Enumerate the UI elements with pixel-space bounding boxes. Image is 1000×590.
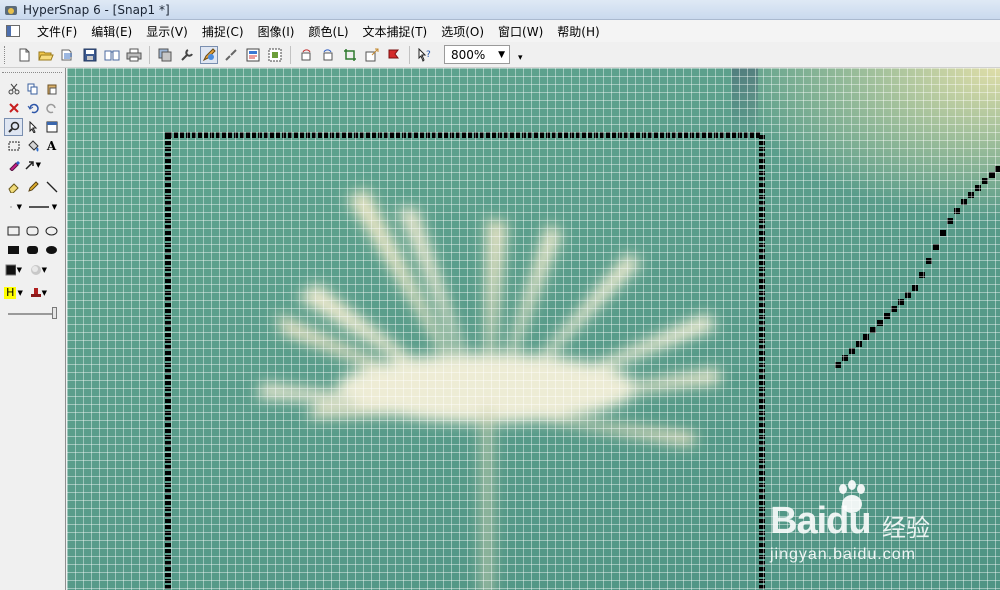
title-bar: HyperSnap 6 - [Snap1 *] (0, 0, 1000, 20)
drawing-toolbox: A ▼ ▼ ▼ ▼ ▼ H ▼ ▼ (0, 68, 66, 590)
document-icon[interactable] (6, 25, 20, 37)
redo-icon[interactable] (42, 99, 61, 117)
chevron-down-icon[interactable]: ▼ (498, 50, 505, 60)
help-pointer-icon[interactable]: ? (416, 46, 434, 64)
zoom-level-select[interactable]: 800% ▼ (444, 45, 510, 64)
pencil-icon[interactable] (23, 178, 42, 196)
menu-file[interactable]: 文件(F) (30, 23, 84, 40)
rect-select-icon[interactable] (4, 137, 23, 155)
paste-icon[interactable] (42, 80, 61, 98)
delete-icon[interactable] (4, 99, 23, 117)
select-window-icon[interactable] (42, 118, 61, 136)
open-folder-icon[interactable] (59, 46, 77, 64)
line-style-icon[interactable]: ▼ (23, 198, 61, 216)
menu-help[interactable]: 帮助(H) (550, 23, 606, 40)
toolbar-separator (149, 45, 150, 64)
menu-view[interactable]: 显示(V) (139, 23, 195, 40)
capture-region-icon[interactable] (266, 46, 284, 64)
shadow-icon[interactable]: ▼ (29, 261, 48, 279)
menu-color[interactable]: 颜色(L) (301, 23, 355, 40)
save-icon[interactable] (81, 46, 99, 64)
dot-icon[interactable]: ▼ (4, 198, 23, 216)
menu-options[interactable]: 选项(O) (434, 23, 491, 40)
rotate-left-icon[interactable] (297, 46, 315, 64)
text-icon[interactable]: A (42, 137, 61, 155)
rounded-rect-icon[interactable] (23, 222, 42, 240)
filled-rect-icon[interactable] (4, 241, 23, 259)
menu-edit[interactable]: 编辑(E) (84, 23, 139, 40)
resize-icon[interactable] (363, 46, 381, 64)
color-picker-icon[interactable] (4, 156, 23, 174)
ellipse-icon[interactable] (42, 222, 61, 240)
toolbar-separator (409, 45, 410, 64)
page-view-icon[interactable] (103, 46, 121, 64)
menu-text-capture[interactable]: 文本捕捉(T) (356, 23, 435, 40)
menu-window[interactable]: 窗口(W) (491, 23, 550, 40)
svg-text:?: ? (426, 50, 431, 60)
image-canvas[interactable] (67, 68, 1000, 590)
pointer-icon[interactable] (23, 118, 42, 136)
filled-rounded-icon[interactable] (23, 241, 42, 259)
menu-image[interactable]: 图像(I) (251, 23, 302, 40)
filled-ellipse-icon[interactable] (42, 241, 61, 259)
pixel-grid (67, 68, 1000, 590)
copy-icon[interactable] (23, 80, 42, 98)
toolbar-grip[interactable] (4, 45, 7, 64)
size-slider-track[interactable] (8, 313, 56, 315)
tools-icon[interactable] (178, 46, 196, 64)
arrow-icon[interactable]: ▼ (23, 156, 42, 174)
menu-bar: 文件(F) 编辑(E) 显示(V) 捕捉(C) 图像(I) 颜色(L) 文本捕捉… (0, 20, 1000, 42)
zoom-level-value: 800% (451, 47, 486, 62)
toolbar-overflow-icon[interactable]: ▾ (518, 53, 523, 63)
fill-icon[interactable] (23, 137, 42, 155)
cut-icon[interactable] (4, 80, 23, 98)
toolbar-separator (290, 45, 291, 64)
window-title: HyperSnap 6 - [Snap1 *] (23, 2, 170, 17)
rectangle-icon[interactable] (4, 222, 23, 240)
highlight-label: H (4, 286, 17, 299)
menu-capture[interactable]: 捕捉(C) (195, 23, 251, 40)
zoom-icon[interactable] (4, 118, 23, 136)
highlight-icon[interactable]: H ▼ (4, 284, 23, 302)
hypersnap-app-icon[interactable] (4, 3, 18, 17)
line-icon[interactable] (42, 178, 61, 196)
fill-color-icon[interactable]: ▼ (4, 261, 23, 279)
main-toolbar: ? 800% ▼ ▾ (0, 42, 1000, 68)
open-icon[interactable] (37, 46, 55, 64)
capture-screen-icon[interactable] (244, 46, 262, 64)
print-icon[interactable] (125, 46, 143, 64)
copy-image-icon[interactable] (156, 46, 174, 64)
stamp-tool-icon[interactable]: ▼ (29, 284, 48, 302)
size-slider-thumb[interactable] (52, 307, 57, 319)
eraser-icon[interactable] (4, 178, 23, 196)
new-icon[interactable] (15, 46, 33, 64)
edit-icon[interactable] (200, 45, 218, 64)
crop-icon[interactable] (341, 46, 359, 64)
toolbox-grip[interactable] (2, 72, 62, 75)
undo-icon[interactable] (23, 99, 42, 117)
stamp-icon[interactable] (385, 46, 403, 64)
rotate-right-icon[interactable] (319, 46, 337, 64)
brush-icon[interactable] (222, 46, 240, 64)
